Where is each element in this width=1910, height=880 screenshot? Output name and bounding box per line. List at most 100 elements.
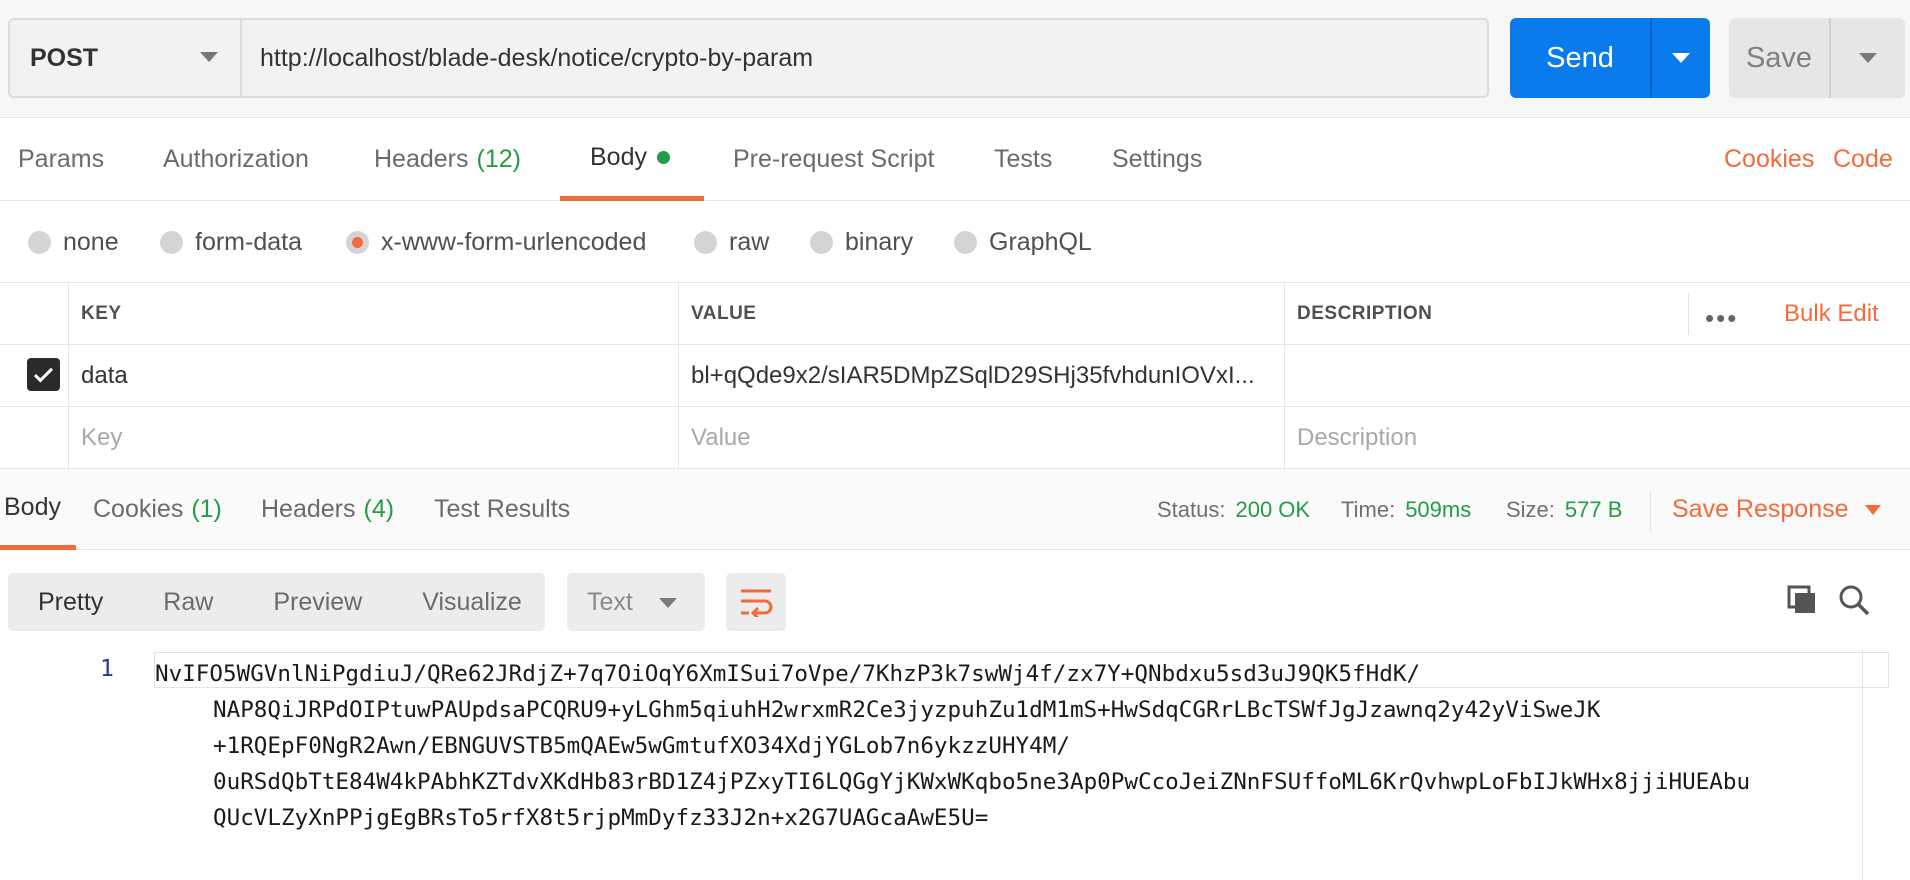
chevron-down-icon — [200, 52, 218, 62]
save-button[interactable]: Save — [1729, 18, 1905, 98]
save-response-label: Save Response — [1672, 495, 1849, 523]
param-enabled-checkbox[interactable] — [27, 358, 60, 391]
copy-button[interactable] — [1782, 580, 1822, 620]
view-mode-pretty[interactable]: Pretty — [8, 573, 133, 631]
wrap-lines-icon — [741, 589, 773, 617]
tab-label: Settings — [1112, 145, 1203, 173]
response-tab-test-results[interactable]: Test Results — [434, 469, 570, 550]
tab-label: Body — [590, 142, 647, 171]
tab-body[interactable]: Body — [560, 118, 704, 201]
radio-form-data[interactable]: form-data — [160, 202, 302, 283]
radio-label: GraphQL — [989, 228, 1092, 256]
tab-label: Headers — [374, 145, 469, 173]
size-label: Size: — [1506, 496, 1555, 522]
radio-x-www-form-urlencoded[interactable]: x-www-form-urlencoded — [346, 202, 646, 283]
tab-prerequest-script[interactable]: Pre-request Script — [703, 118, 964, 201]
column-header-description: DESCRIPTION — [1284, 283, 1688, 344]
cookies-count: (1) — [191, 495, 222, 523]
url-text: http://localhost/blade-desk/notice/crypt… — [260, 43, 814, 72]
response-tabs: Body Cookies (1) Headers (4) Test Result… — [0, 469, 1910, 550]
code-line: NAP8QiJRPdOIPtuwPAUpdsaPCQRU9+yLGhm5qiuh… — [213, 697, 1601, 723]
bulk-edit-link[interactable]: Bulk Edit — [1784, 283, 1879, 345]
tab-label: Params — [18, 145, 105, 173]
tab-authorization[interactable]: Authorization — [133, 118, 339, 201]
view-mode-raw[interactable]: Raw — [133, 573, 243, 631]
line-number: 1 — [100, 656, 114, 682]
radio-label: form-data — [195, 228, 302, 256]
search-icon — [1839, 585, 1870, 616]
check-icon — [33, 362, 54, 383]
cookies-link[interactable]: Cookies — [1724, 118, 1814, 201]
code-line: NvIFO5WGVnlNiPgdiuJ/QRe62JRdjZ+7q7OiOqY6… — [155, 661, 1421, 687]
tab-tests[interactable]: Tests — [964, 118, 1082, 201]
param-key-cell[interactable]: data — [68, 345, 678, 406]
chevron-down-icon — [1864, 504, 1881, 515]
status-label: Status: — [1157, 496, 1226, 522]
request-tabs: Params Authorization Headers (12) Body P… — [0, 118, 1910, 201]
response-tab-cookies[interactable]: Cookies (1) — [93, 469, 222, 550]
time-label: Time: — [1341, 496, 1396, 522]
tab-label: Test Results — [434, 495, 571, 523]
column-header-value: VALUE — [678, 283, 1284, 344]
radio-circle — [954, 231, 977, 254]
tab-params[interactable]: Params — [0, 118, 134, 201]
method-select[interactable]: POST — [8, 18, 240, 98]
response-format-select[interactable]: Text — [567, 573, 705, 631]
code-line: 0uRSdQbTtE84W4kPAbhKZTdvXKdHb83rBD1Z4jPZ… — [213, 769, 1751, 795]
tab-label: Pre-request Script — [733, 145, 935, 173]
radio-raw[interactable]: raw — [694, 202, 769, 283]
headers-count: (12) — [476, 145, 521, 173]
view-mode-preview[interactable]: Preview — [243, 573, 392, 631]
send-label: Send — [1546, 41, 1614, 74]
table-row: data bl+qQde9x2/sIAR5DMpZSqlD29SHj35fvhd… — [0, 345, 1910, 407]
time-value: 509ms — [1405, 496, 1472, 522]
column-header-key: KEY — [68, 283, 678, 344]
tab-settings[interactable]: Settings — [1082, 118, 1232, 201]
search-button[interactable] — [1834, 580, 1874, 620]
radio-label: x-www-form-urlencoded — [381, 228, 647, 256]
header-divider — [1688, 293, 1689, 335]
view-mode-visualize[interactable]: Visualize — [392, 573, 552, 631]
radio-binary[interactable]: binary — [810, 202, 913, 283]
radio-circle-selected — [346, 231, 369, 254]
param-value-cell[interactable]: bl+qQde9x2/sIAR5DMpZSqlD29SHj35fvhdunIOV… — [678, 345, 1284, 406]
more-options-icon[interactable]: ••• — [1705, 303, 1738, 334]
chevron-down-icon — [1859, 53, 1877, 63]
response-view-mode-group: Pretty Raw Preview Visualize — [8, 573, 545, 631]
method-label: POST — [30, 43, 99, 72]
url-input[interactable]: http://localhost/blade-desk/notice/crypt… — [240, 18, 1489, 98]
new-value-input[interactable]: Value — [678, 407, 1284, 468]
tab-label: Authorization — [163, 145, 309, 173]
send-button[interactable]: Send — [1510, 18, 1710, 98]
radio-label: binary — [845, 228, 914, 256]
status-readout: Status: 200 OK — [1157, 469, 1310, 550]
response-tab-body[interactable]: Body — [0, 469, 76, 550]
new-description-input[interactable]: Description — [1284, 407, 1910, 468]
param-description-cell[interactable] — [1284, 345, 1910, 406]
code-link[interactable]: Code — [1833, 118, 1893, 201]
status-divider — [1650, 491, 1651, 531]
radio-graphql[interactable]: GraphQL — [954, 202, 1092, 283]
save-options-button[interactable] — [1831, 53, 1905, 63]
response-body-viewer[interactable]: 1 NvIFO5WGVnlNiPgdiuJ/QRe62JRdjZ+7q7OiOq… — [0, 650, 1910, 880]
response-body-text: NvIFO5WGVnlNiPgdiuJ/QRe62JRdjZ+7q7OiOqY6… — [155, 656, 1865, 836]
wrap-lines-button[interactable] — [726, 573, 786, 631]
chevron-down-icon — [659, 598, 677, 608]
code-line: +1RQEpF0NgR2Awn/EBNGUVSTB5mQAEw5wGmtufXO… — [213, 733, 1070, 759]
body-type-options: none form-data x-www-form-urlencoded raw… — [0, 202, 1910, 283]
response-tab-headers[interactable]: Headers (4) — [261, 469, 394, 550]
radio-none[interactable]: none — [28, 202, 119, 283]
tab-label: Tests — [994, 145, 1053, 173]
radio-circle — [694, 231, 717, 254]
radio-circle — [160, 231, 183, 254]
send-options-button[interactable] — [1652, 53, 1710, 63]
new-key-input[interactable]: Key — [68, 407, 678, 468]
radio-circle — [28, 231, 51, 254]
format-label: Text — [587, 587, 633, 616]
scrollbar-track[interactable] — [1862, 650, 1863, 880]
tab-headers[interactable]: Headers (12) — [344, 118, 551, 201]
copy-icon — [1787, 585, 1815, 613]
size-readout: Size: 577 B — [1506, 469, 1622, 550]
save-response-button[interactable]: Save Response — [1672, 469, 1881, 550]
tab-label: Cookies — [93, 495, 184, 523]
